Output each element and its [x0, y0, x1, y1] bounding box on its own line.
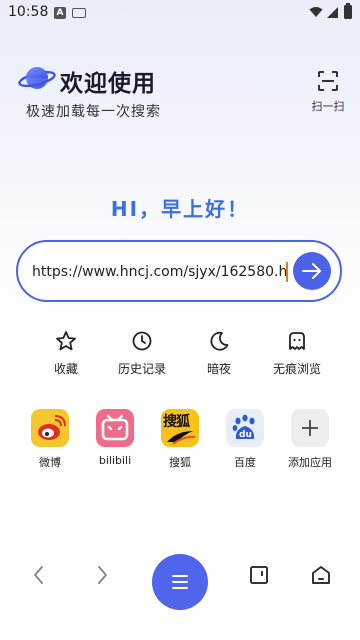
welcome-subtitle: 极速加载每一次搜索	[26, 104, 161, 120]
sohu-icon: 搜狐	[161, 409, 199, 447]
url-input[interactable]	[32, 260, 288, 284]
moon-icon	[210, 331, 229, 351]
bottom-navigation	[0, 548, 360, 618]
search-bar[interactable]	[16, 240, 342, 302]
add-app-label: 添加应用	[288, 456, 332, 469]
app-weibo[interactable]: 微博	[18, 409, 82, 470]
status-time: 10:58	[8, 4, 49, 20]
back-icon[interactable]	[28, 564, 50, 586]
status-bar: 10:58 A	[0, 0, 360, 26]
plus-icon	[291, 409, 329, 447]
scan-button[interactable]: 扫一扫	[306, 70, 350, 120]
keyboard-icon	[72, 8, 86, 18]
tabs-icon[interactable]	[248, 564, 270, 586]
arrow-right-icon	[302, 263, 321, 279]
incognito-label: 无痕浏览	[272, 362, 321, 376]
bilibili-icon	[96, 409, 134, 447]
wifi-icon	[309, 7, 323, 17]
go-button[interactable]	[293, 252, 331, 290]
notification-icon: A	[54, 7, 66, 19]
battery-icon	[344, 3, 352, 19]
menu-button[interactable]	[152, 554, 208, 610]
text-caret	[286, 262, 288, 282]
incognito-button[interactable]: 无痕浏览	[259, 330, 335, 377]
clock-icon	[132, 331, 152, 351]
app-baidu[interactable]: du 百度	[213, 409, 277, 470]
favorites-button[interactable]: 收藏	[28, 330, 104, 377]
app-shortcuts: 微博 bilibili 搜狐 搜狐 du 百度 添加应用	[0, 409, 360, 475]
menu-icon	[172, 575, 188, 589]
sohu-label: 搜狐	[169, 456, 191, 469]
cell-signal-icon	[327, 7, 338, 18]
weibo-label: 微博	[39, 456, 61, 469]
history-button[interactable]: 历史记录	[104, 330, 180, 377]
ghost-icon	[289, 332, 305, 350]
star-icon	[56, 331, 76, 351]
welcome-title: 欢迎使用	[60, 71, 156, 97]
baidu-icon: du	[226, 409, 264, 447]
weibo-icon	[31, 409, 69, 447]
favorites-label: 收藏	[53, 362, 78, 376]
add-app-button[interactable]: 添加应用	[278, 409, 342, 470]
app-sohu[interactable]: 搜狐 搜狐	[148, 409, 212, 470]
app-bilibili[interactable]: bilibili	[83, 409, 147, 467]
bilibili-label: bilibili	[98, 454, 132, 467]
history-label: 历史记录	[117, 362, 166, 376]
baidu-label: 百度	[234, 456, 256, 469]
baidu-logo-text: du	[239, 430, 252, 440]
scan-label: 扫一扫	[311, 100, 345, 113]
night-mode-label: 暗夜	[206, 362, 231, 376]
planet-icon	[18, 67, 56, 89]
scan-icon	[318, 71, 338, 91]
greeting-text: HI，早上好！	[110, 197, 250, 221]
quick-actions: 收藏 历史记录 暗夜 无痕浏览	[0, 330, 360, 380]
home-icon[interactable]	[310, 564, 332, 586]
night-mode-button[interactable]: 暗夜	[181, 330, 257, 377]
forward-icon[interactable]	[91, 564, 113, 586]
